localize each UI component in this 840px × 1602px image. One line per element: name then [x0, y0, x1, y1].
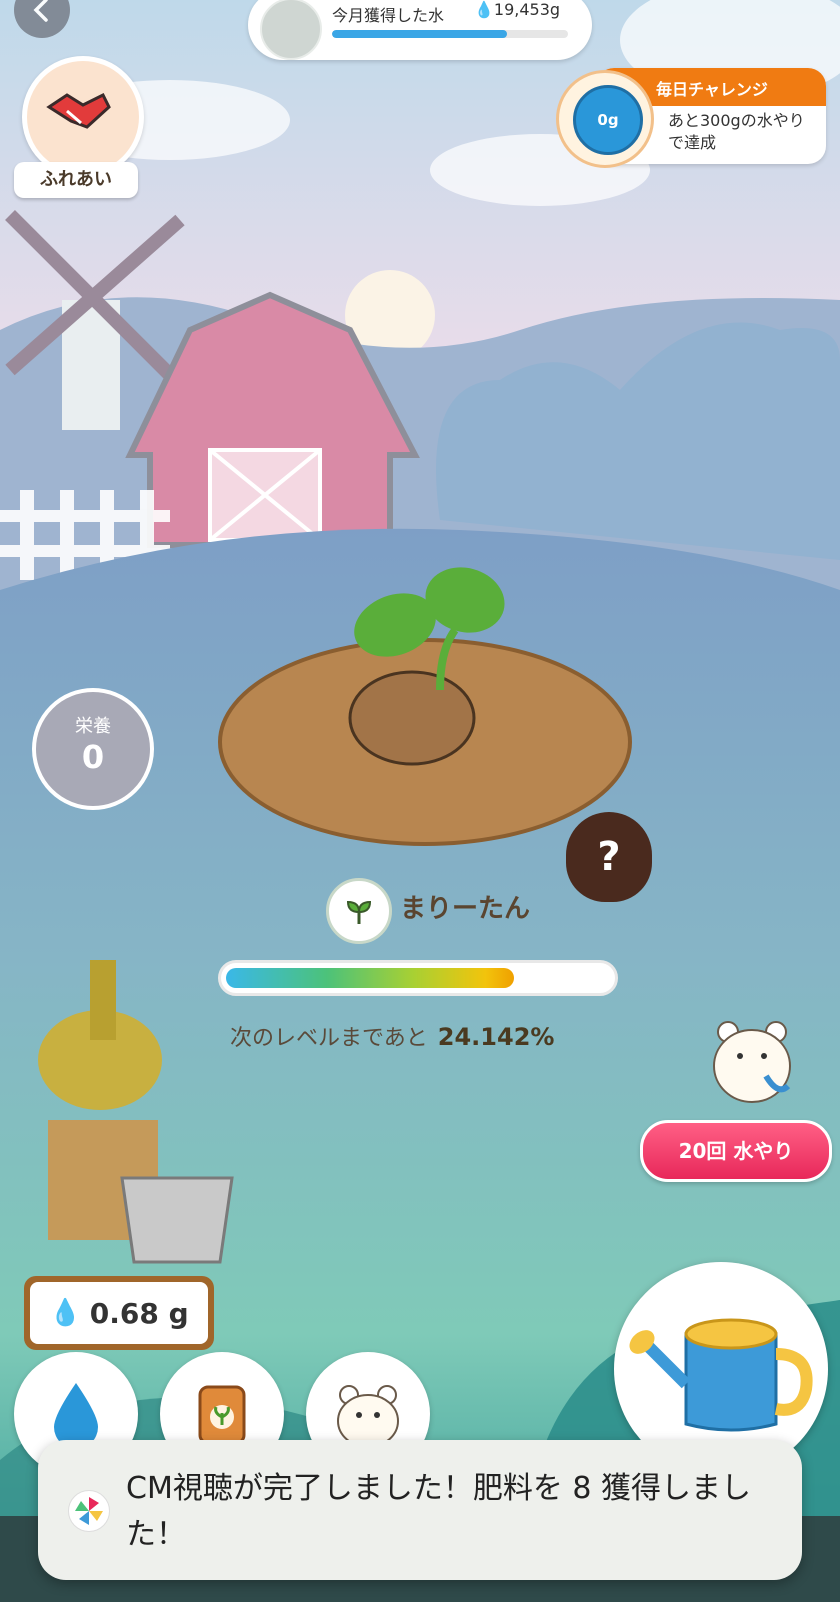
monthly-water-value: 💧19,453g	[474, 0, 561, 19]
daily-challenge-panel[interactable]: 毎日チャレンジ あと300gの水やりで達成 0g	[556, 68, 826, 168]
hamster-character[interactable]	[710, 1016, 794, 1106]
user-avatar	[260, 0, 322, 60]
monthly-water-progress	[332, 30, 568, 38]
nutrition-badge[interactable]: 栄養 0	[32, 688, 154, 810]
hamster-icon	[337, 1385, 399, 1448]
level-remaining-text: 次のレベルまであと 24.142%	[230, 1020, 554, 1052]
water-drop-icon	[54, 1383, 98, 1449]
daily-challenge-text: あと300gの水やりで達成	[668, 111, 805, 152]
chevron-left-icon	[33, 0, 48, 22]
plant-name: まりーたん	[400, 894, 531, 924]
level-progress-fill	[226, 968, 514, 988]
fureai-label: ふれあい	[14, 162, 138, 198]
fureai-icon-frame	[22, 56, 144, 178]
toast-message: CM視聴が完了しました！肥料を 8 獲得しました！	[126, 1471, 751, 1552]
level-remaining-value: 24.142%	[437, 1023, 555, 1051]
fertilizer-bag-icon	[198, 1385, 246, 1445]
water-amount-display: 💧 0.68 g	[24, 1276, 214, 1350]
monthly-water-panel: 今月獲得した水 💧19,453g	[248, 0, 592, 60]
pinwheel-icon	[68, 1490, 110, 1532]
reward-toast: CM視聴が完了しました！肥料を 8 獲得しました！	[38, 1440, 802, 1580]
daily-challenge-title: 毎日チャレンジ	[656, 80, 768, 99]
mystery-character[interactable]: ?	[566, 812, 652, 902]
level-progress-bar	[218, 960, 618, 996]
water-jar-icon: 0g	[573, 85, 643, 155]
level-remaining-label: 次のレベルまであと	[230, 1026, 428, 1051]
handshake-icon	[46, 92, 111, 129]
water-drop-icon: 💧	[474, 0, 494, 19]
nutrition-value: 0	[81, 738, 105, 776]
sprout-icon	[326, 878, 392, 944]
watering-can-icon	[629, 1318, 813, 1432]
water-20-times-button[interactable]: 20回 水やり	[640, 1120, 832, 1182]
nutrition-label: 栄養	[75, 716, 111, 737]
monthly-water-progress-fill	[332, 30, 507, 38]
water-drop-icon: 💧	[49, 1298, 82, 1328]
water-jar-frame: 0g	[556, 70, 654, 168]
water-amount-value: 0.68 g	[89, 1296, 189, 1330]
fureai-button[interactable]: ふれあい	[14, 56, 144, 202]
monthly-water-label: 今月獲得した水	[332, 6, 445, 25]
